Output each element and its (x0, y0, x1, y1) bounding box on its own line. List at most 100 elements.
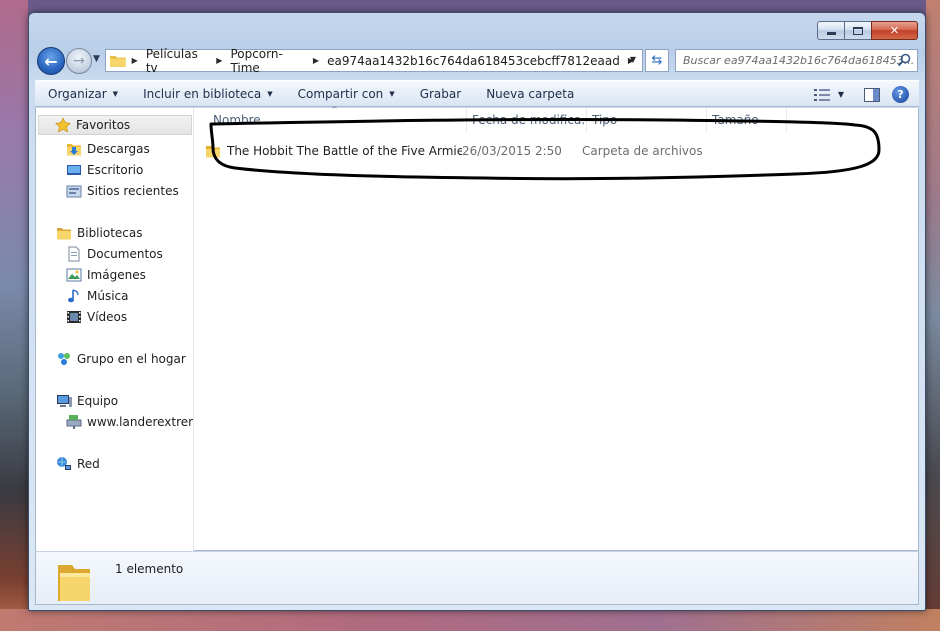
close-button[interactable]: ✕ (871, 21, 918, 40)
burn-label: Grabar (419, 86, 462, 101)
nav-label: Red (77, 457, 100, 471)
organize-label: Organizar (48, 86, 107, 101)
share-with-button[interactable]: Compartir con ▼ (285, 87, 407, 101)
chevron-right-icon[interactable]: ▶ (313, 56, 319, 65)
breadcrumb-item[interactable]: ea974aa1432b16c764da618453cebcff7812eaad (327, 54, 620, 68)
column-header: Nombre Fecha de modifica... Tipo Tamaño (195, 108, 919, 132)
nav-item-downloads[interactable]: Descargas (66, 141, 150, 157)
chevron-down-icon: ▼ (389, 89, 395, 98)
breadcrumb: ▶ Películas tv ▶ Popcorn-Time ▶ ea974aa1… (132, 47, 642, 75)
folder-icon (206, 146, 220, 158)
content-area: Favoritos Descargas Escritorio Sitios re… (35, 105, 919, 551)
navigation-row: ← → ▼ ▶ Películas tv ▶ Popcorn-Time ▶ ea… (35, 47, 919, 75)
file-type: Carpeta de archivos (582, 144, 703, 158)
computer-icon (56, 393, 72, 409)
nav-label: Bibliotecas (77, 226, 143, 240)
file-list: Nombre Fecha de modifica... Tipo Tamaño … (195, 105, 919, 551)
back-button[interactable]: ← (37, 47, 65, 75)
arrow-right-icon: → (73, 53, 85, 69)
recent-pages-button[interactable]: ▼ (93, 54, 100, 64)
breadcrumb-item[interactable]: Popcorn-Time (230, 47, 304, 75)
search-icon[interactable] (897, 53, 911, 67)
help-icon[interactable]: ? (892, 86, 909, 103)
star-icon (55, 117, 71, 133)
chevron-right-icon[interactable]: ▶ (132, 56, 138, 65)
nav-item-music[interactable]: Música (66, 288, 129, 304)
include-library-label: Incluir en biblioteca (143, 86, 262, 101)
maximize-button[interactable] (844, 21, 871, 40)
forward-button[interactable]: → (66, 48, 92, 74)
column-name-label: Nombre (213, 113, 261, 127)
organize-button[interactable]: Organizar ▼ (35, 87, 130, 101)
include-library-button[interactable]: Incluir en biblioteca ▼ (130, 87, 285, 101)
column-date-label: Fecha de modifica... (472, 113, 587, 127)
desktop-wallpaper-left (0, 0, 28, 631)
nav-item-recent[interactable]: Sitios recientes (66, 183, 179, 199)
nav-item-homegroup[interactable]: Grupo en el hogar (56, 351, 186, 367)
nav-item-favorites[interactable]: Favoritos (38, 115, 192, 135)
preview-pane-icon[interactable] (864, 87, 880, 102)
view-details-icon[interactable] (813, 88, 830, 101)
share-with-label: Compartir con (297, 86, 384, 101)
maximize-icon (853, 26, 863, 35)
close-icon: ✕ (889, 24, 900, 37)
column-size[interactable]: Tamaño (707, 108, 787, 132)
videos-icon (66, 309, 82, 325)
libraries-icon (56, 225, 72, 241)
nav-label: Descargas (87, 142, 150, 156)
nav-item-network-drive[interactable]: www.landerextremo (66, 414, 193, 430)
breadcrumb-item[interactable]: Películas tv (146, 47, 208, 75)
nav-item-videos[interactable]: Vídeos (66, 309, 127, 325)
explorer-window: ✕ ← → ▼ ▶ Películas tv ▶ Popcorn-Time ▶ … (28, 12, 926, 611)
address-dropdown-icon[interactable]: ▼ (630, 55, 636, 64)
toolbar-right: ▼ ? (813, 81, 919, 108)
refresh-icon: ⇆ (651, 53, 663, 68)
music-icon (66, 288, 82, 304)
refresh-button[interactable]: ⇆ (645, 49, 669, 72)
nav-label: Escritorio (87, 163, 144, 177)
navigation-pane: Favoritos Descargas Escritorio Sitios re… (36, 108, 194, 551)
chevron-down-icon: ▼ (112, 89, 119, 98)
column-type-label: Tipo (592, 113, 618, 127)
chevron-right-icon[interactable]: ▶ (216, 56, 222, 65)
network-drive-icon (66, 414, 82, 430)
new-folder-label: Nueva carpeta (486, 86, 575, 101)
network-icon (56, 456, 72, 472)
documents-icon (66, 246, 82, 262)
nav-label: Grupo en el hogar (77, 352, 186, 366)
burn-button[interactable]: Grabar (407, 87, 474, 101)
minimize-icon (826, 32, 836, 35)
arrow-left-icon: ← (44, 51, 58, 71)
nav-item-desktop[interactable]: Escritorio (66, 162, 143, 178)
nav-item-libraries[interactable]: Bibliotecas (56, 225, 142, 241)
address-bar[interactable]: ▶ Películas tv ▶ Popcorn-Time ▶ ea974aa1… (105, 47, 643, 75)
column-type[interactable]: Tipo (587, 108, 707, 132)
search-placeholder: Buscar ea974aa1432b16c764da618453... (683, 54, 915, 67)
search-input[interactable]: Buscar ea974aa1432b16c764da618453... (675, 49, 918, 72)
nav-item-network[interactable]: Red (56, 456, 100, 472)
minimize-button[interactable] (817, 21, 844, 40)
chevron-down-icon: ▼ (93, 54, 100, 64)
sort-ascending-icon: ^ (331, 105, 338, 114)
nav-label: Equipo (77, 394, 119, 408)
desktop-icon (66, 162, 82, 178)
nav-label: Imágenes (87, 268, 146, 282)
file-name: The Hobbit The Battle of the Five Armies… (227, 144, 462, 158)
folder-icon (110, 56, 126, 67)
nav-label: Documentos (87, 247, 163, 261)
file-date: 26/03/2015 2:50 (462, 144, 562, 158)
view-options-chevron-icon[interactable]: ▼ (838, 90, 844, 99)
nav-label: Vídeos (87, 310, 128, 324)
caption-buttons: ✕ (817, 21, 918, 41)
table-row[interactable]: The Hobbit The Battle of the Five Armies… (205, 139, 712, 163)
new-folder-button[interactable]: Nueva carpeta (473, 87, 586, 101)
nav-item-documents[interactable]: Documentos (66, 246, 163, 262)
nav-item-pictures[interactable]: Imágenes (66, 267, 146, 283)
details-pane: 1 elemento (35, 551, 919, 605)
nav-item-computer[interactable]: Equipo (56, 393, 118, 409)
desktop-wallpaper-right (926, 0, 940, 631)
column-date[interactable]: Fecha de modifica... (467, 108, 587, 132)
nav-label: www.landerextremo (87, 415, 193, 429)
downloads-folder-icon (66, 141, 82, 157)
nav-label: Música (87, 289, 129, 303)
